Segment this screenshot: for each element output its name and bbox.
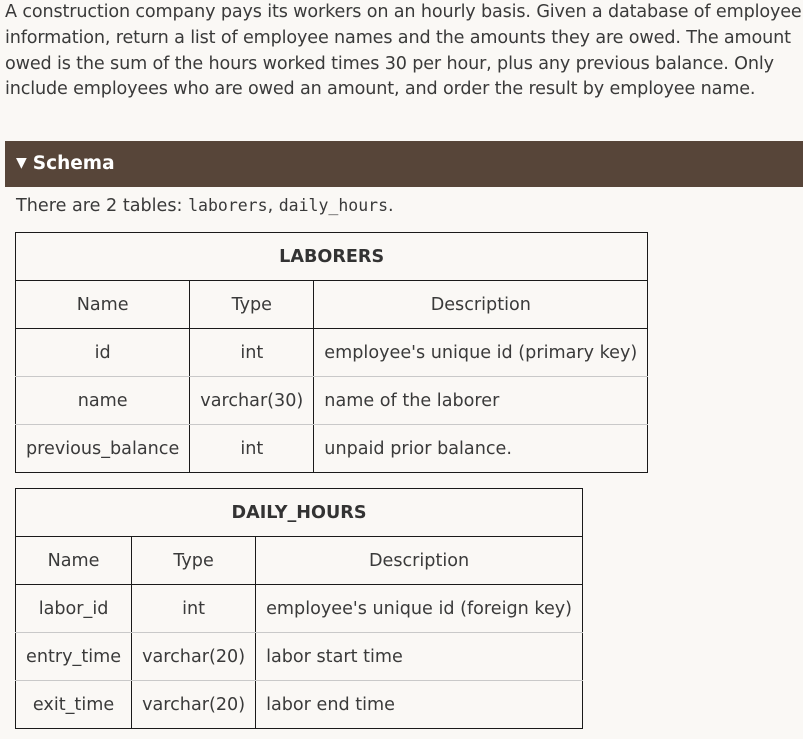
column-header: Description xyxy=(313,280,649,329)
description-line: include employees who are owed an amount… xyxy=(5,79,756,100)
description-line: owed is the sum of the hours worked time… xyxy=(5,53,774,74)
field-type: varchar(20) xyxy=(131,632,257,681)
table-row: labor_id int employee's unique id (forei… xyxy=(14,584,584,633)
field-name: name xyxy=(14,376,191,425)
problem-description: A construction company pays its workers … xyxy=(5,0,802,103)
tables-summary: There are 2 tables: laborers, daily_hour… xyxy=(16,193,394,219)
tables-summary-prefix: There are 2 tables: xyxy=(16,196,189,216)
schema-toggle-header[interactable]: ▼ Schema xyxy=(5,141,803,187)
table-row: exit_time varchar(20) labor end time xyxy=(14,680,584,729)
table-row: previous_balance int unpaid prior balanc… xyxy=(14,424,649,473)
field-description: employee's unique id (primary key) xyxy=(313,328,649,377)
table-title: DAILY_HOURS xyxy=(14,488,584,537)
description-line: A construction company pays its workers … xyxy=(5,2,802,22)
column-header: Description xyxy=(255,536,584,585)
tables-summary-suffix: . xyxy=(388,196,394,216)
laborers-schema-table: LABORERS Name Type Description id int em… xyxy=(14,232,649,473)
table-title: LABORERS xyxy=(14,232,649,281)
table-name-laborers: laborers xyxy=(188,196,268,215)
field-description: name of the laborer xyxy=(313,376,649,425)
daily-hours-schema-table: DAILY_HOURS Name Type Description labor_… xyxy=(14,488,584,729)
column-header: Type xyxy=(189,280,315,329)
table-row: name varchar(30) name of the laborer xyxy=(14,376,649,425)
table-name-daily-hours: daily_hours xyxy=(278,196,389,215)
description-line: information, return a list of employee n… xyxy=(5,27,791,48)
field-name: exit_time xyxy=(14,680,133,729)
field-type: varchar(30) xyxy=(189,376,315,425)
field-description: labor end time xyxy=(255,680,584,729)
field-description: unpaid prior balance. xyxy=(313,424,649,473)
tables-summary-separator: , xyxy=(267,196,279,216)
schema-title: Schema xyxy=(32,153,115,174)
field-name: previous_balance xyxy=(14,424,191,473)
column-header: Type xyxy=(131,536,257,585)
field-description: labor start time xyxy=(255,632,584,681)
field-type: int xyxy=(131,584,257,633)
column-header: Name xyxy=(14,280,191,329)
column-header: Name xyxy=(14,536,133,585)
triangle-down-icon: ▼ xyxy=(16,155,27,171)
table-row: entry_time varchar(20) labor start time xyxy=(14,632,584,681)
field-type: int xyxy=(189,328,315,377)
field-name: labor_id xyxy=(14,584,133,633)
field-name: id xyxy=(14,328,191,377)
field-name: entry_time xyxy=(14,632,133,681)
table-row: id int employee's unique id (primary key… xyxy=(14,328,649,377)
field-type: int xyxy=(189,424,315,473)
field-description: employee's unique id (foreign key) xyxy=(255,584,584,633)
field-type: varchar(20) xyxy=(131,680,257,729)
